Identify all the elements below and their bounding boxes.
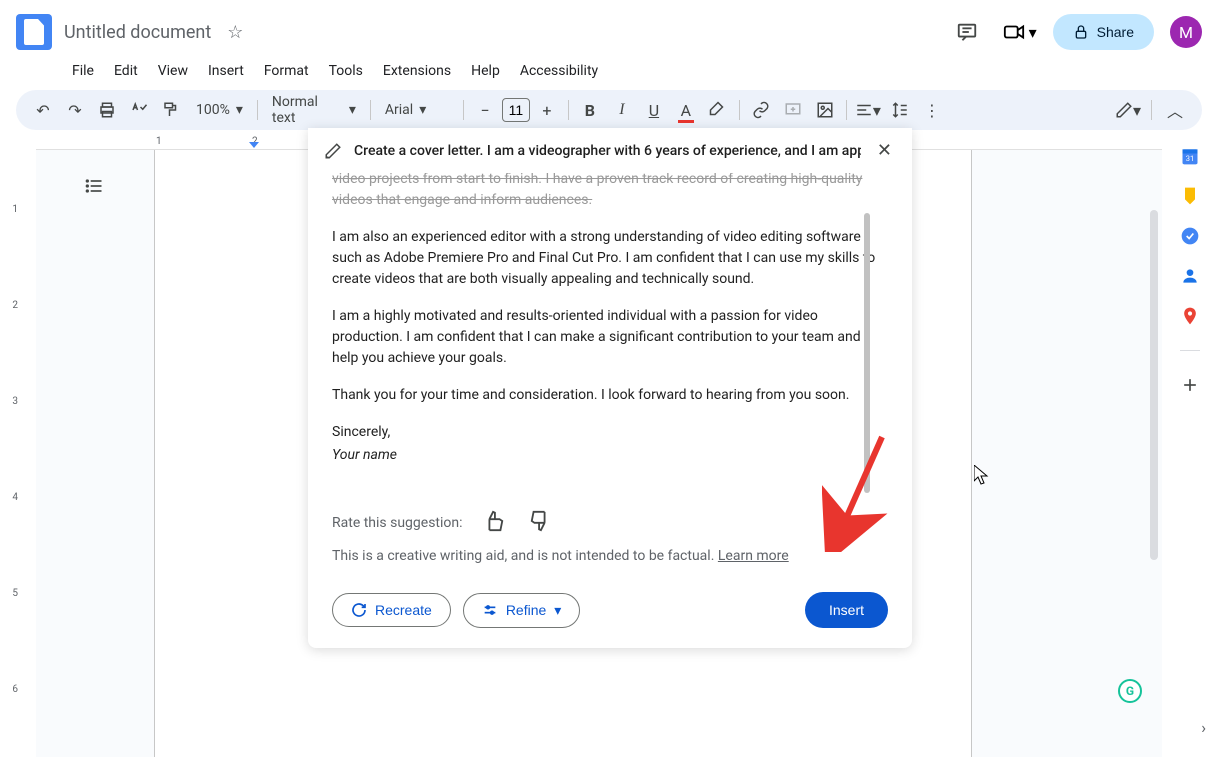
paint-format-button[interactable] bbox=[156, 95, 186, 125]
ai-rating-row: Rate this suggestion: bbox=[308, 506, 912, 540]
side-panel: 31 bbox=[1162, 134, 1218, 757]
outline-toggle-button[interactable] bbox=[78, 170, 110, 202]
separator bbox=[739, 100, 740, 120]
line-spacing-button[interactable] bbox=[885, 95, 915, 125]
increase-font-button[interactable]: + bbox=[532, 95, 562, 125]
font-size-control: − + bbox=[470, 95, 562, 125]
main-scrollbar[interactable] bbox=[1150, 210, 1158, 560]
contacts-icon[interactable] bbox=[1180, 266, 1200, 286]
toolbar: ↶ ↷ 100%▾ Normal text▾ Arial▾ − + B I U … bbox=[16, 90, 1202, 130]
app-header: Untitled document ☆ ▾ Share M bbox=[0, 0, 1218, 56]
highlight-button[interactable] bbox=[703, 95, 733, 125]
calendar-icon[interactable]: 31 bbox=[1180, 146, 1200, 166]
grammarly-badge-icon[interactable]: G bbox=[1118, 679, 1142, 703]
font-select[interactable]: Arial▾ bbox=[377, 102, 457, 118]
thumbs-down-icon[interactable] bbox=[525, 506, 555, 540]
header-actions: ▾ Share M bbox=[947, 12, 1202, 52]
share-label: Share bbox=[1097, 24, 1134, 40]
comment-history-icon[interactable] bbox=[947, 12, 987, 52]
refresh-icon bbox=[351, 602, 367, 618]
more-button[interactable]: ⋮ bbox=[917, 95, 947, 125]
meet-button[interactable]: ▾ bbox=[1003, 21, 1037, 43]
title-area: Untitled document ☆ bbox=[64, 22, 947, 43]
style-select[interactable]: Normal text▾ bbox=[264, 94, 364, 126]
document-title[interactable]: Untitled document bbox=[64, 22, 211, 43]
toolbar-right: ▾ ︿ bbox=[1113, 95, 1190, 125]
keep-icon[interactable] bbox=[1180, 186, 1200, 206]
italic-button[interactable]: I bbox=[607, 95, 637, 125]
menu-insert[interactable]: Insert bbox=[200, 59, 252, 83]
chevron-down-icon: ▾ bbox=[1029, 23, 1037, 42]
separator bbox=[1151, 100, 1152, 120]
chevron-down-icon: ▾ bbox=[554, 602, 561, 619]
ai-suggestion-body[interactable]: video projects from start to finish. I h… bbox=[308, 173, 912, 498]
close-icon[interactable]: ✕ bbox=[873, 136, 896, 165]
menu-format[interactable]: Format bbox=[256, 59, 317, 83]
redo-button[interactable]: ↷ bbox=[60, 95, 90, 125]
vertical-ruler: 1 2 3 4 5 6 bbox=[0, 134, 36, 757]
edit-mode-button[interactable]: ▾ bbox=[1113, 95, 1143, 125]
menubar: File Edit View Insert Format Tools Exten… bbox=[0, 56, 1218, 86]
rating-label: Rate this suggestion: bbox=[332, 515, 463, 531]
star-icon[interactable]: ☆ bbox=[227, 22, 243, 43]
insert-button[interactable]: Insert bbox=[805, 592, 888, 628]
insert-comment-button[interactable] bbox=[778, 95, 808, 125]
menu-help[interactable]: Help bbox=[463, 59, 508, 83]
learn-more-link[interactable]: Learn more bbox=[718, 548, 789, 564]
add-addon-icon[interactable] bbox=[1180, 375, 1200, 395]
align-button[interactable]: ▾ bbox=[853, 95, 883, 125]
text-color-button[interactable]: A bbox=[671, 95, 701, 125]
separator bbox=[846, 100, 847, 120]
insert-link-button[interactable] bbox=[746, 95, 776, 125]
menu-edit[interactable]: Edit bbox=[106, 59, 146, 83]
thumbs-up-icon[interactable] bbox=[479, 506, 509, 540]
separator bbox=[568, 100, 569, 120]
ai-prompt-text: Create a cover letter. I am a videograph… bbox=[354, 143, 861, 159]
bold-button[interactable]: B bbox=[575, 95, 605, 125]
separator bbox=[1180, 350, 1200, 351]
font-size-input[interactable] bbox=[502, 98, 530, 122]
spellcheck-button[interactable] bbox=[124, 95, 154, 125]
pencil-icon bbox=[324, 142, 342, 160]
zoom-select[interactable]: 100%▾ bbox=[188, 102, 251, 118]
separator bbox=[463, 100, 464, 120]
separator bbox=[257, 100, 258, 120]
tasks-icon[interactable] bbox=[1180, 226, 1200, 246]
recreate-button[interactable]: Recreate bbox=[332, 593, 451, 627]
menu-view[interactable]: View bbox=[150, 59, 196, 83]
maps-icon[interactable] bbox=[1180, 306, 1200, 326]
underline-button[interactable]: U bbox=[639, 95, 669, 125]
ai-action-row: Recreate Refine ▾ Insert bbox=[308, 580, 912, 648]
print-button[interactable] bbox=[92, 95, 122, 125]
chevron-down-icon: ▾ bbox=[236, 102, 243, 118]
menu-extensions[interactable]: Extensions bbox=[375, 59, 459, 83]
avatar[interactable]: M bbox=[1170, 16, 1202, 48]
ai-generated-text: video projects from start to finish. I h… bbox=[332, 173, 888, 466]
separator bbox=[370, 100, 371, 120]
insert-image-button[interactable] bbox=[810, 95, 840, 125]
ai-panel-header: Create a cover letter. I am a videograph… bbox=[308, 128, 912, 173]
toolbar-container: ↶ ↷ 100%▾ Normal text▾ Arial▾ − + B I U … bbox=[0, 86, 1218, 134]
menu-tools[interactable]: Tools bbox=[321, 59, 371, 83]
docs-logo-icon[interactable] bbox=[16, 14, 52, 50]
chevron-down-icon: ▾ bbox=[419, 102, 426, 118]
decrease-font-button[interactable]: − bbox=[470, 95, 500, 125]
chevron-down-icon: ▾ bbox=[349, 102, 356, 118]
lock-icon bbox=[1073, 24, 1089, 40]
ai-disclaimer: This is a creative writing aid, and is n… bbox=[308, 540, 912, 580]
refine-button[interactable]: Refine ▾ bbox=[463, 593, 581, 628]
ai-suggestion-panel: Create a cover letter. I am a videograph… bbox=[308, 128, 912, 648]
share-button[interactable]: Share bbox=[1053, 14, 1154, 50]
collapse-toolbar-button[interactable]: ︿ bbox=[1160, 95, 1190, 125]
undo-button[interactable]: ↶ bbox=[28, 95, 58, 125]
scrollbar[interactable] bbox=[864, 213, 870, 493]
menu-accessibility[interactable]: Accessibility bbox=[512, 59, 606, 83]
svg-text:31: 31 bbox=[1186, 154, 1194, 163]
tune-icon bbox=[482, 602, 498, 618]
menu-file[interactable]: File bbox=[64, 59, 102, 83]
indent-marker-left[interactable] bbox=[249, 142, 259, 148]
expand-side-panel-icon[interactable]: › bbox=[1201, 718, 1206, 737]
